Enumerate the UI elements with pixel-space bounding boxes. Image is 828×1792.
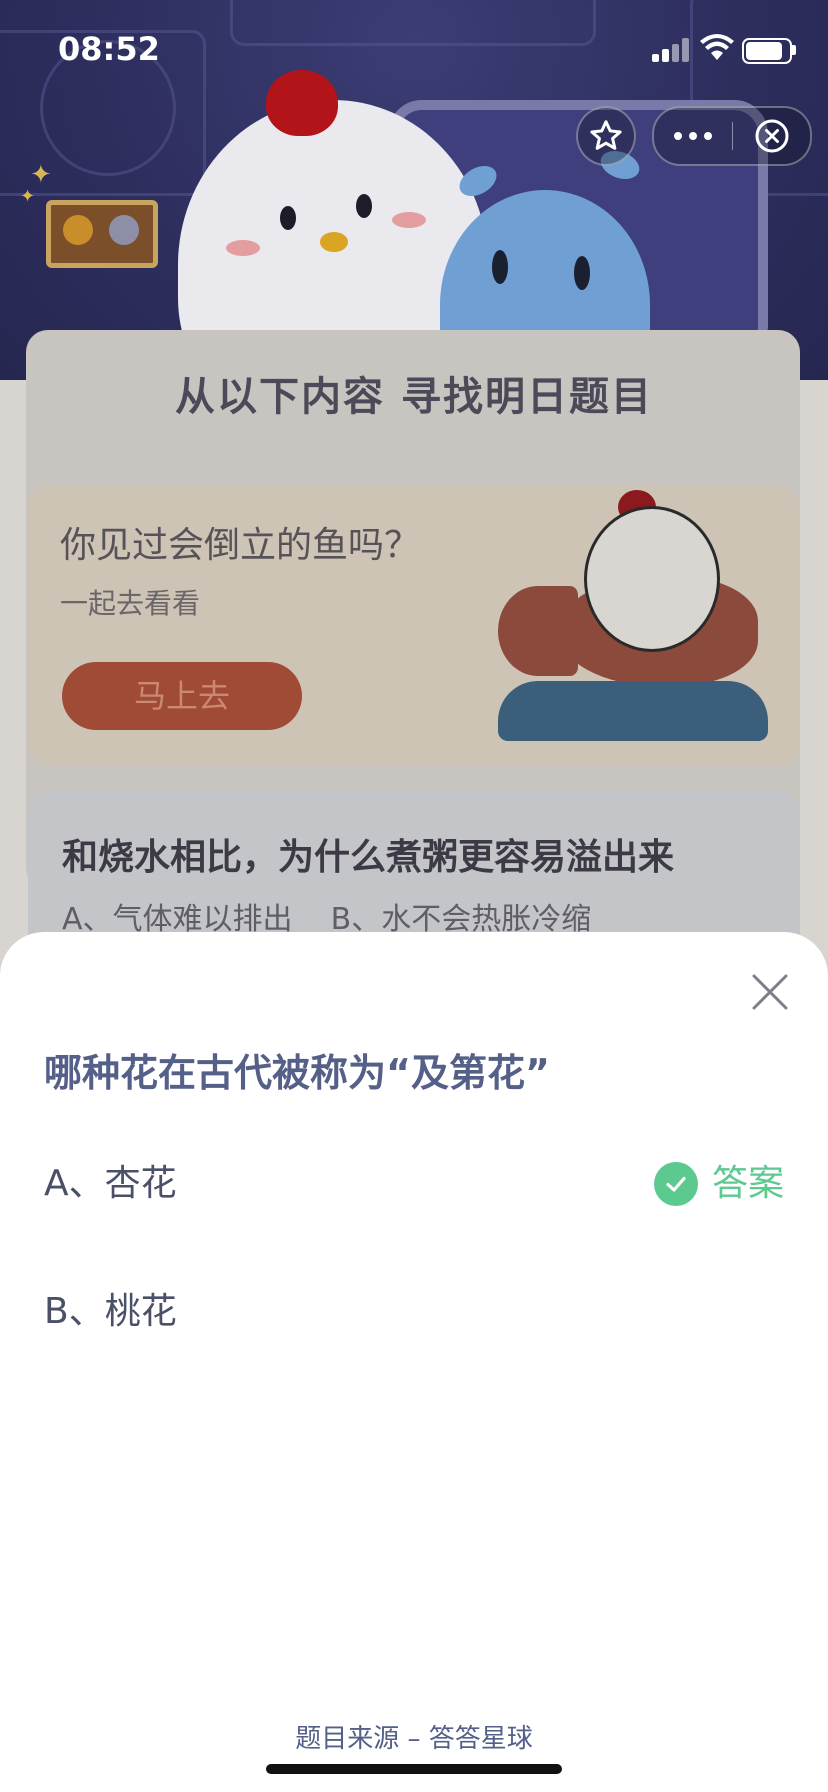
close-icon[interactable] xyxy=(748,970,792,1014)
home-indicator[interactable] xyxy=(266,1764,562,1774)
favorite-button[interactable] xyxy=(576,106,636,166)
wifi-icon xyxy=(700,34,734,60)
more-button[interactable] xyxy=(654,108,732,164)
status-bar: 08:52 xyxy=(0,0,828,100)
chicken-rider-illustration xyxy=(584,506,720,652)
close-circle-icon xyxy=(755,119,788,153)
mini-program-capsule xyxy=(652,106,812,166)
star-icon xyxy=(590,120,622,150)
go-now-button[interactable]: 马上去 xyxy=(62,662,302,730)
question-source: 题目来源 – 答答星球 xyxy=(295,1724,533,1754)
option-a[interactable]: A、杏花 答案 xyxy=(44,1154,784,1214)
option-b[interactable]: B、桃花 xyxy=(44,1282,784,1342)
battery-icon xyxy=(742,38,792,64)
answer-badge: 答案 xyxy=(653,1154,784,1214)
medal-board-illustration xyxy=(46,200,158,268)
cellular-signal-icon xyxy=(652,38,692,62)
check-icon xyxy=(653,1162,698,1206)
promo-title: 你见过会倒立的鱼吗？ xyxy=(60,525,421,566)
exit-mini-program-button[interactable] xyxy=(733,108,810,164)
more-dots-icon xyxy=(674,132,712,140)
question-title: 哪种花在古代被称为“及第花” xyxy=(44,1051,550,1095)
option-label: A、杏花 xyxy=(44,1163,177,1204)
background-headline: 从以下内容 寻找明日题目 xyxy=(175,374,653,420)
option-label: B、桃花 xyxy=(44,1291,177,1332)
answer-label: 答案 xyxy=(711,1163,784,1204)
promo-subtitle: 一起去看看 xyxy=(60,587,201,620)
answer-sheet: 哪种花在古代被称为“及第花” A、杏花 答案 B、桃花 xyxy=(0,932,828,1792)
promo-card: 你见过会倒立的鱼吗？ 一起去看看 马上去 xyxy=(28,486,800,766)
status-time: 08:52 xyxy=(58,30,160,68)
background-question-title: 和烧水相比，为什么煮粥更容易溢出来 xyxy=(62,837,675,878)
